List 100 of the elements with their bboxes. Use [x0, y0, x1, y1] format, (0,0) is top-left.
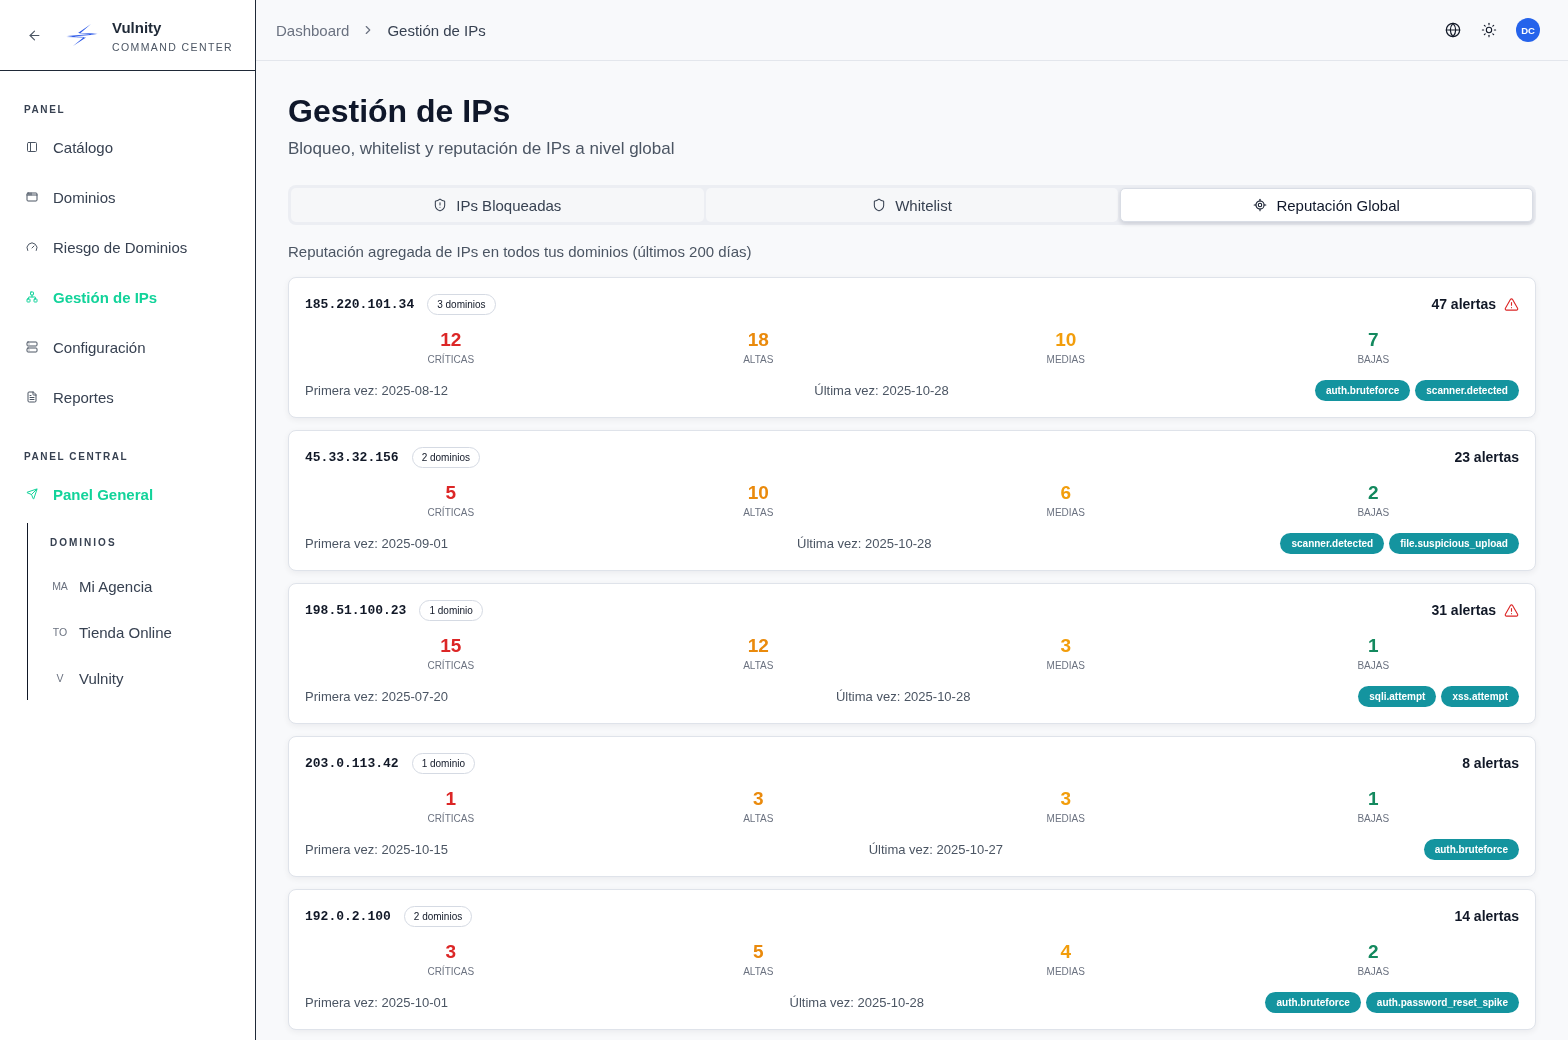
alert-count: 8 alertas — [1462, 755, 1519, 771]
domain-initials: TO — [51, 626, 69, 638]
domain-initials: MA — [51, 580, 69, 592]
language-button[interactable] — [1444, 21, 1462, 39]
stat-label: ALTAS — [743, 353, 774, 367]
stat-label: BAJAS — [1357, 659, 1390, 673]
stat-value: 12 — [747, 634, 769, 658]
stat-value: 5 — [752, 940, 764, 964]
stat-label: BAJAS — [1357, 812, 1390, 826]
ip-address: 198.51.100.23 — [305, 602, 407, 618]
stat-value: 18 — [747, 328, 769, 352]
ip-address: 203.0.113.42 — [305, 755, 399, 771]
domain-item[interactable]: V Vulnity — [50, 660, 124, 696]
stat-value: 7 — [1367, 328, 1379, 352]
back-button[interactable] — [26, 27, 42, 43]
stat-label: BAJAS — [1357, 965, 1390, 979]
shield-icon — [872, 198, 887, 212]
sun-icon — [1481, 22, 1497, 38]
nav-item[interactable]: Dominios — [24, 177, 116, 217]
stat-label: CRÍTICAS — [427, 506, 475, 520]
tab[interactable]: Reputación Global — [1120, 188, 1533, 222]
stat-label: CRÍTICAS — [427, 353, 475, 367]
event-tag: scanner.detected — [1280, 532, 1385, 554]
stat-label: BAJAS — [1357, 353, 1390, 367]
nav-item[interactable]: Catálogo — [24, 127, 114, 167]
stat-value: 6 — [1060, 481, 1072, 505]
stat-label: ALTAS — [743, 659, 774, 673]
group-title: DOMINIOS — [50, 536, 117, 550]
first-seen-date: Primera vez: 2025-09-01 — [305, 535, 449, 551]
stat-value: 2 — [1367, 481, 1379, 505]
stat-value: 4 — [1060, 940, 1072, 964]
alert-count: 47 alertas — [1431, 296, 1496, 312]
stat-label: MEDIAS — [1046, 506, 1085, 520]
theme-button[interactable] — [1480, 21, 1498, 39]
page-subtitle: Bloqueo, whitelist y reputación de IPs a nivel global — [288, 138, 675, 160]
globe-icon — [1445, 22, 1461, 38]
stat-value: 10 — [747, 481, 769, 505]
stat-value: 3 — [1060, 634, 1072, 658]
document-icon — [26, 391, 38, 403]
stat-label: MEDIAS — [1046, 812, 1085, 826]
stat-value: 12 — [440, 328, 462, 352]
breadcrumb-current: Gestión de IPs — [387, 21, 486, 39]
first-seen-date: Primera vez: 2025-10-01 — [305, 994, 449, 1010]
event-tag: auth.bruteforce — [1314, 379, 1411, 401]
brand-tagline: COMMAND CENTER — [112, 41, 234, 53]
domain-item[interactable]: MA Mi Agencia — [50, 568, 153, 604]
stat-label: ALTAS — [743, 812, 774, 826]
stat-value: 2 — [1367, 940, 1379, 964]
network-icon — [26, 291, 38, 303]
stat-value: 10 — [1055, 328, 1077, 352]
domain-count-badge: 1 dominio — [419, 599, 483, 621]
stat-value: 1 — [1367, 634, 1379, 658]
user-avatar[interactable]: DC — [1516, 18, 1540, 42]
stat-label: CRÍTICAS — [427, 965, 475, 979]
stat-label: CRÍTICAS — [427, 659, 475, 673]
tab[interactable]: IPs Bloqueadas — [291, 188, 704, 222]
nav-item[interactable]: Reportes — [24, 377, 114, 417]
event-tag: auth.bruteforce — [1423, 838, 1519, 860]
last-seen-date: Última vez: 2025-10-28 — [836, 688, 971, 704]
section-description: Reputación agregada de IPs en todos tus dominios (últimos 200 días) — [288, 242, 752, 262]
brand-name: Vulnity — [112, 19, 163, 36]
domain-count-badge: 2 dominios — [411, 446, 480, 468]
stat-value: 1 — [1367, 787, 1379, 811]
ip-address: 45.33.32.156 — [305, 449, 399, 465]
section-title: PANEL CENTRAL — [24, 450, 129, 464]
stat-label: ALTAS — [743, 965, 774, 979]
domain-initials: V — [55, 672, 65, 684]
stat-label: MEDIAS — [1046, 353, 1085, 367]
nav-item[interactable]: Configuración — [24, 327, 146, 367]
server-icon — [26, 341, 38, 353]
crosshair-icon — [1253, 198, 1268, 212]
domain-count-badge: 3 dominios — [427, 293, 496, 315]
nav-item[interactable]: Riesgo de Dominios — [24, 227, 188, 267]
event-tag: auth.bruteforce — [1265, 991, 1361, 1013]
alert-count: 31 alertas — [1431, 602, 1496, 618]
event-tag: xss.attempt — [1441, 685, 1519, 707]
tab[interactable]: Whitelist — [705, 188, 1119, 222]
event-tag: sqli.attempt — [1358, 685, 1437, 707]
send-icon — [26, 488, 38, 500]
first-seen-date: Primera vez: 2025-08-12 — [305, 382, 449, 398]
stat-label: BAJAS — [1357, 506, 1390, 520]
last-seen-date: Última vez: 2025-10-28 — [814, 382, 949, 398]
last-seen-date: Última vez: 2025-10-28 — [797, 535, 932, 551]
ip-address: 192.0.2.100 — [305, 908, 391, 924]
first-seen-date: Primera vez: 2025-10-15 — [305, 841, 449, 857]
section-title: PANEL — [24, 103, 66, 117]
stat-value: 3 — [1060, 787, 1072, 811]
stat-value: 5 — [445, 481, 457, 505]
gauge-icon — [26, 241, 38, 253]
domain-item[interactable]: TO Tienda Online — [50, 614, 172, 650]
event-tag: scanner.detected — [1415, 379, 1519, 401]
breadcrumb-link[interactable]: Dashboard — [276, 21, 350, 39]
stat-label: ALTAS — [743, 506, 774, 520]
domain-count-badge: 2 dominios — [403, 905, 473, 927]
domain-count-badge: 1 dominio — [411, 752, 475, 774]
alert-count: 23 alertas — [1454, 449, 1519, 465]
last-seen-date: Última vez: 2025-10-27 — [868, 841, 1004, 857]
stat-value: 3 — [752, 787, 764, 811]
event-tag: file.suspicious_upload — [1389, 532, 1519, 554]
stat-label: MEDIAS — [1046, 659, 1085, 673]
